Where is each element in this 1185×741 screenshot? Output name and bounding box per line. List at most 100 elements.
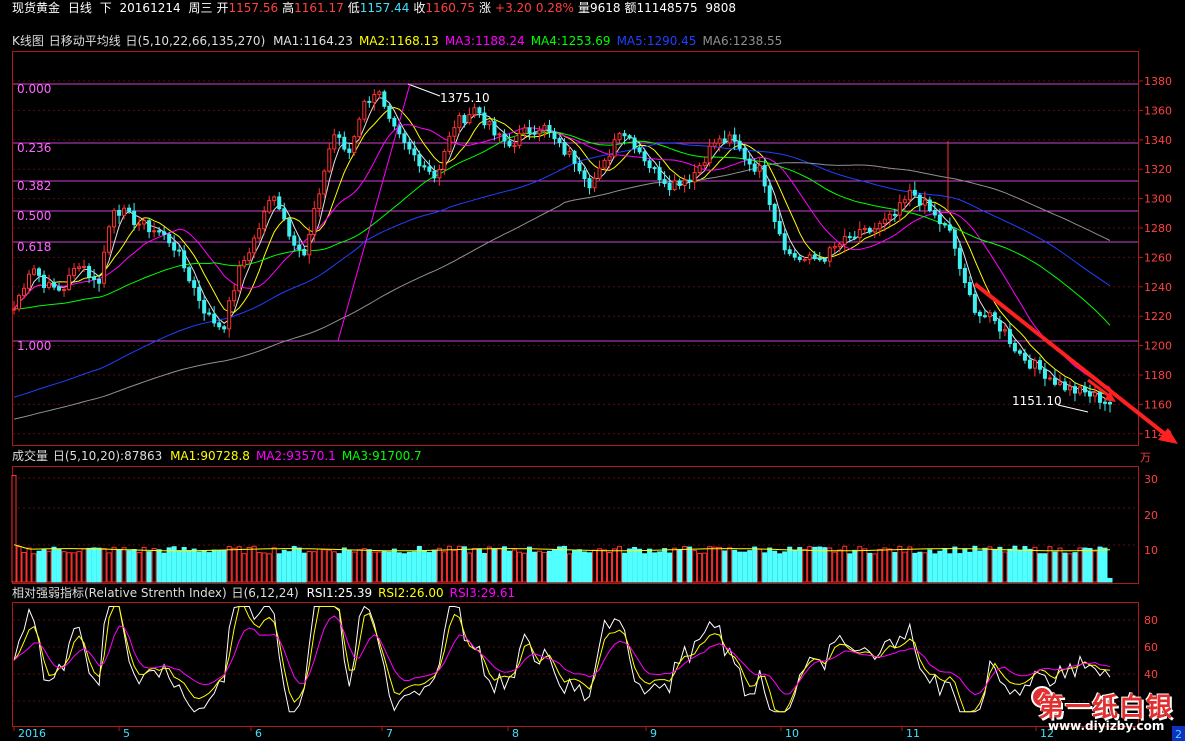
chart-canvas[interactable]: 0.0000.2360.3820.5000.6181.000 138013601… bbox=[0, 0, 1185, 741]
candle-body[interactable] bbox=[62, 289, 67, 292]
candle-body[interactable] bbox=[957, 247, 962, 269]
volume-bar[interactable] bbox=[41, 548, 47, 583]
candle-body[interactable] bbox=[497, 133, 502, 136]
candle-body[interactable] bbox=[592, 177, 597, 189]
volume-bar[interactable] bbox=[281, 549, 287, 583]
volume-bar[interactable] bbox=[141, 546, 147, 583]
volume-bar[interactable] bbox=[572, 550, 578, 583]
volume-bar[interactable] bbox=[91, 547, 97, 583]
candle-body[interactable] bbox=[172, 242, 177, 251]
candle-body[interactable] bbox=[382, 91, 387, 107]
candle-body[interactable] bbox=[472, 107, 477, 116]
volume-bar[interactable] bbox=[56, 549, 62, 583]
volume-bar[interactable] bbox=[837, 549, 843, 583]
volume-bar[interactable] bbox=[151, 547, 157, 583]
candle-body[interactable] bbox=[537, 129, 542, 135]
candle-body[interactable] bbox=[892, 213, 897, 216]
volume-bar[interactable] bbox=[251, 545, 257, 583]
volume-bar[interactable] bbox=[76, 551, 82, 583]
volume-bar[interactable] bbox=[1092, 550, 1098, 583]
volume-bar[interactable] bbox=[812, 546, 818, 583]
candle-body[interactable] bbox=[412, 148, 417, 156]
candle-body[interactable] bbox=[232, 290, 237, 302]
volume-bar[interactable] bbox=[927, 549, 933, 583]
candle-body[interactable] bbox=[222, 326, 227, 330]
volume-bar[interactable] bbox=[792, 549, 798, 583]
volume-bar[interactable] bbox=[101, 548, 107, 583]
volume-bar[interactable] bbox=[877, 548, 883, 583]
volume-bar[interactable] bbox=[867, 552, 873, 583]
candle-body[interactable] bbox=[37, 268, 42, 276]
volume-bar[interactable] bbox=[161, 552, 167, 583]
candle-body[interactable] bbox=[117, 209, 122, 216]
candle-body[interactable] bbox=[427, 166, 432, 172]
candle-body[interactable] bbox=[997, 320, 1002, 332]
volume-bar[interactable] bbox=[1107, 577, 1113, 583]
candle-body[interactable] bbox=[447, 135, 452, 152]
volume-bar[interactable] bbox=[757, 548, 763, 583]
volume-bar[interactable] bbox=[577, 549, 583, 583]
volume-bar[interactable] bbox=[847, 553, 853, 583]
volume-bar[interactable] bbox=[206, 552, 212, 583]
volume-bar[interactable] bbox=[902, 551, 908, 583]
candle-body[interactable] bbox=[727, 134, 732, 144]
volume-bar[interactable] bbox=[932, 553, 938, 583]
volume-bar[interactable] bbox=[602, 549, 608, 583]
volume-bar[interactable] bbox=[51, 546, 57, 583]
candle-body[interactable] bbox=[972, 293, 977, 313]
volume-bar[interactable] bbox=[1042, 553, 1048, 583]
candle-body[interactable] bbox=[632, 137, 637, 149]
volume-bar[interactable] bbox=[1057, 547, 1063, 583]
volume-bar[interactable] bbox=[952, 546, 958, 583]
volume-bar[interactable] bbox=[486, 546, 492, 583]
candle-body[interactable] bbox=[272, 196, 277, 202]
volume-bar[interactable] bbox=[226, 546, 232, 583]
candle-body[interactable] bbox=[407, 141, 412, 150]
candle-body[interactable] bbox=[1017, 350, 1022, 354]
candle-body[interactable] bbox=[452, 127, 457, 137]
volume-bar[interactable] bbox=[246, 546, 252, 583]
candle-body[interactable] bbox=[72, 267, 77, 276]
volume-bar[interactable] bbox=[131, 549, 137, 583]
volume-bar[interactable] bbox=[236, 546, 242, 583]
volume-bar[interactable] bbox=[672, 547, 678, 583]
candle-body[interactable] bbox=[392, 117, 397, 127]
volume-bar[interactable] bbox=[291, 546, 297, 583]
candle-body[interactable] bbox=[812, 254, 817, 260]
volume-bar[interactable] bbox=[907, 546, 913, 583]
candle-body[interactable] bbox=[277, 196, 282, 210]
volume-bar[interactable] bbox=[827, 547, 833, 583]
volume-bar[interactable] bbox=[296, 547, 302, 583]
volume-bar[interactable] bbox=[371, 551, 377, 583]
volume-bar[interactable] bbox=[1007, 548, 1013, 583]
candle-body[interactable] bbox=[92, 276, 97, 280]
volume-bar[interactable] bbox=[652, 552, 658, 583]
candle-body[interactable] bbox=[1047, 377, 1052, 380]
candle-body[interactable] bbox=[577, 162, 582, 172]
volume-bar[interactable] bbox=[331, 551, 337, 583]
volume-bar[interactable] bbox=[406, 551, 412, 583]
candle-body[interactable] bbox=[52, 282, 57, 288]
volume-bar[interactable] bbox=[752, 546, 758, 583]
candle-body[interactable] bbox=[147, 220, 152, 233]
candle-body[interactable] bbox=[317, 193, 322, 210]
volume-bar[interactable] bbox=[171, 546, 177, 583]
volume-bar[interactable] bbox=[917, 551, 923, 583]
candle-body[interactable] bbox=[357, 118, 362, 138]
candle-body[interactable] bbox=[1052, 377, 1057, 385]
candle-body[interactable] bbox=[932, 210, 937, 216]
volume-bar[interactable] bbox=[767, 547, 773, 583]
volume-bar[interactable] bbox=[316, 548, 322, 583]
volume-bar[interactable] bbox=[181, 547, 187, 583]
candle-body[interactable] bbox=[842, 236, 847, 245]
candle-body[interactable] bbox=[1007, 329, 1012, 344]
candle-body[interactable] bbox=[847, 236, 852, 239]
candle-body[interactable] bbox=[22, 287, 27, 297]
candle-body[interactable] bbox=[747, 158, 752, 165]
volume-bar[interactable] bbox=[777, 553, 783, 583]
candle-body[interactable] bbox=[962, 267, 967, 284]
candle-body[interactable] bbox=[672, 180, 677, 191]
volume-bar[interactable] bbox=[722, 550, 728, 583]
volume-bar[interactable] bbox=[481, 552, 487, 583]
volume-bar[interactable] bbox=[271, 547, 277, 583]
